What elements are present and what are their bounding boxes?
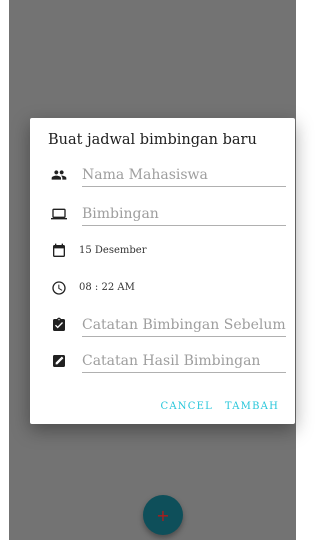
previous-notes-input[interactable]: Catatan Bimbingan Sebelumnya bbox=[82, 314, 286, 337]
clock-icon bbox=[50, 279, 68, 297]
previous-notes-row: Catatan Bimbingan Sebelumnya bbox=[30, 316, 295, 342]
student-name-row: Nama Mahasiswa bbox=[30, 166, 295, 192]
create-schedule-dialog: Buat jadwal bimbingan baru Nama Mahasisw… bbox=[30, 118, 295, 424]
time-row[interactable]: 08 : 22 AM bbox=[30, 279, 295, 305]
calendar-icon bbox=[50, 242, 68, 260]
people-icon bbox=[50, 166, 68, 184]
result-notes-row: Catatan Hasil Bimbingan bbox=[30, 352, 295, 378]
add-icon: + bbox=[156, 505, 170, 525]
clipboard-icon bbox=[50, 316, 68, 334]
edit-note-icon bbox=[50, 352, 68, 370]
dialog-actions: CANCEL TAMBAH bbox=[161, 401, 280, 412]
dialog-title: Buat jadwal bimbingan baru bbox=[48, 132, 257, 148]
student-name-input[interactable]: Nama Mahasiswa bbox=[82, 164, 286, 187]
cancel-button[interactable]: CANCEL bbox=[161, 401, 213, 412]
guidance-input[interactable]: Bimbingan bbox=[82, 203, 286, 226]
add-schedule-fab[interactable]: + bbox=[143, 495, 183, 535]
result-notes-input[interactable]: Catatan Hasil Bimbingan bbox=[82, 350, 286, 373]
date-row[interactable]: 15 Desember bbox=[30, 242, 295, 268]
add-button[interactable]: TAMBAH bbox=[225, 401, 279, 412]
guidance-row: Bimbingan bbox=[30, 205, 295, 231]
date-value[interactable]: 15 Desember bbox=[79, 242, 146, 260]
time-value[interactable]: 08 : 22 AM bbox=[79, 279, 135, 297]
laptop-icon bbox=[50, 205, 68, 223]
